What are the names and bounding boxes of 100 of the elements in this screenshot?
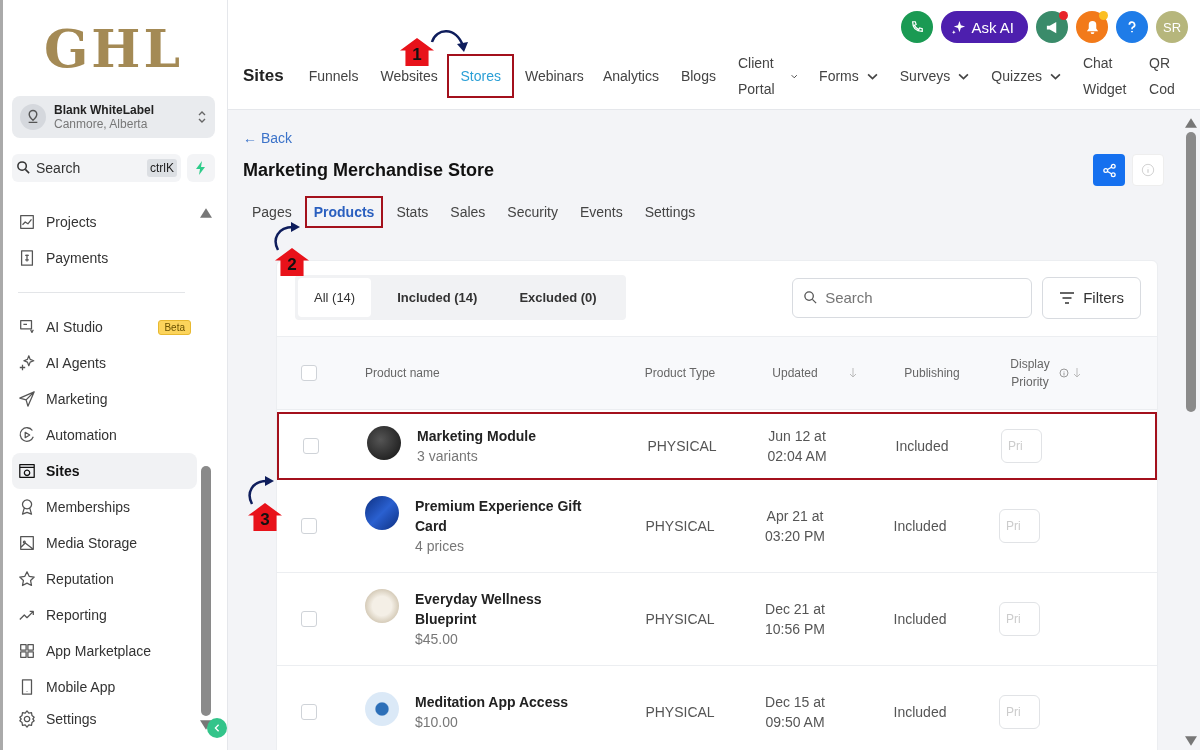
nav-tab[interactable]: Analytics xyxy=(591,54,670,98)
phone-button[interactable] xyxy=(901,11,934,43)
store-tab[interactable]: Products xyxy=(304,196,384,228)
sidebar-item[interactable]: Media Storage xyxy=(12,525,197,561)
filter-tab[interactable]: Excluded (0) xyxy=(503,278,613,317)
select-all-checkbox[interactable] xyxy=(301,365,317,381)
table-cell-text: PHYSICAL xyxy=(646,438,718,454)
row-checkbox[interactable] xyxy=(301,518,317,534)
search-field[interactable]: Search xyxy=(792,277,1033,318)
sidebar-item[interactable]: Reporting xyxy=(12,597,197,633)
table-cell-text: PHYSICAL xyxy=(644,704,716,720)
product-name[interactable]: Premium Experience Gift Card xyxy=(415,496,600,536)
sidebar-item[interactable]: Marketing xyxy=(12,381,197,417)
table-cell-text: Jun 12 at 02:04 AM xyxy=(766,427,828,466)
nav-tab[interactable]: Quizzes xyxy=(980,54,1072,98)
product-name[interactable]: Everyday Wellness Blueprint xyxy=(415,589,600,629)
scroll-down-icon[interactable] xyxy=(1185,736,1197,746)
chevron-down-icon xyxy=(1049,72,1061,80)
monitor-icon xyxy=(18,318,36,336)
column-header[interactable]: Product Type xyxy=(615,366,745,380)
table-cell-text: PHYSICAL xyxy=(644,611,716,627)
product-name[interactable]: Marketing Module xyxy=(417,426,602,446)
nav-tab[interactable]: QR Cod xyxy=(1138,54,1200,98)
scroll-up-icon[interactable] xyxy=(1185,118,1197,128)
nav-tab[interactable]: Webinars xyxy=(513,54,592,98)
beta-badge: Beta xyxy=(158,319,191,335)
scrollbar-thumb[interactable] xyxy=(201,466,211,716)
sparkle-icon xyxy=(951,19,967,35)
ask-ai-button[interactable]: Ask AI xyxy=(941,11,1028,43)
sidebar-item[interactable]: Automation xyxy=(12,417,197,453)
section-title: Sites xyxy=(243,66,284,86)
store-tab[interactable]: Settings xyxy=(635,196,705,228)
photo-placeholder xyxy=(367,426,401,460)
chevron-down-icon xyxy=(866,72,878,80)
nav-tab[interactable]: Forms xyxy=(808,54,889,98)
page-title: Marketing Merchandise Store xyxy=(243,159,496,181)
sidebar-item[interactable]: Projects xyxy=(12,204,197,240)
account-switcher[interactable]: Blank WhiteLabel Canmore, Alberta xyxy=(12,96,215,138)
sidebar-item[interactable]: AI Studio Beta xyxy=(12,309,197,345)
product-name[interactable]: Meditation App Access xyxy=(415,692,600,712)
sort-arrow-icon xyxy=(1073,368,1081,378)
photo-placeholder xyxy=(365,692,399,726)
column-header[interactable]: Updated xyxy=(745,366,845,380)
table-cell-text: Included xyxy=(892,611,948,627)
chevron-updown-icon xyxy=(197,109,207,125)
filter-tab[interactable]: All (14) xyxy=(298,278,372,317)
store-tab[interactable]: Events xyxy=(570,196,632,228)
store-tab[interactable]: Sales xyxy=(441,196,495,228)
notifications-button[interactable] xyxy=(1076,11,1108,43)
browser-icon xyxy=(18,462,36,480)
announcement-button[interactable] xyxy=(1036,11,1068,43)
row-checkbox[interactable] xyxy=(303,438,319,454)
scrollbar-thumb[interactable] xyxy=(1186,132,1196,412)
sidebar-item[interactable]: App Marketplace xyxy=(12,633,197,669)
grid-icon xyxy=(18,642,36,660)
store-tab[interactable]: Stats xyxy=(387,196,438,228)
column-header[interactable]: Product name xyxy=(365,366,615,380)
account-name: Blank WhiteLabel xyxy=(54,103,155,117)
column-header[interactable]: Publishing xyxy=(867,366,997,380)
quick-action-button[interactable] xyxy=(187,154,215,182)
column-header[interactable]: Display Priority xyxy=(997,355,1059,391)
photo-placeholder xyxy=(365,589,399,623)
row-checkbox[interactable] xyxy=(301,704,317,720)
nav-tab[interactable]: Client Portal xyxy=(726,54,809,98)
paper-plane-icon xyxy=(18,390,36,408)
share-button[interactable] xyxy=(1093,154,1125,186)
sidebar-item[interactable]: Sites xyxy=(12,453,197,489)
filter-tab[interactable]: Included (14) xyxy=(381,278,494,317)
help-button[interactable] xyxy=(1116,11,1148,43)
nav-tab[interactable]: Surveys xyxy=(888,54,981,98)
settings-icon xyxy=(18,710,36,728)
sidebar-item[interactable]: Mobile App xyxy=(12,669,197,705)
table-cell-text: Dec 15 at 09:50 AM xyxy=(764,693,826,732)
filters-button[interactable]: Filters xyxy=(1042,276,1141,319)
product-detail: $10.00 xyxy=(415,713,459,732)
table-cell-text: Included xyxy=(894,438,950,454)
product-detail: 3 variants xyxy=(417,447,479,466)
info-button[interactable] xyxy=(1132,154,1164,186)
sidebar-item[interactable]: Memberships xyxy=(12,489,197,525)
sidebar-item[interactable]: AI Agents xyxy=(12,345,197,381)
sidebar-item[interactable]: Settings xyxy=(12,705,197,733)
sidebar-item[interactable]: Payments xyxy=(12,240,197,276)
nav-tab[interactable]: Chat Widget xyxy=(1071,54,1139,98)
shortcut-key: ctrlK xyxy=(147,159,177,177)
chevron-left-icon xyxy=(213,724,221,732)
nav-tab[interactable]: Funnels xyxy=(297,54,370,98)
sidebar-item[interactable]: Reputation xyxy=(12,561,197,597)
location-icon xyxy=(20,104,46,130)
store-tab[interactable]: Pages xyxy=(243,196,301,228)
collapse-button[interactable] xyxy=(207,718,227,738)
chevron-down-icon xyxy=(790,72,798,80)
table-cell-text: Included xyxy=(892,704,948,720)
share-icon xyxy=(1101,162,1117,178)
nav-tab[interactable]: Blogs xyxy=(669,54,727,98)
chevron-down-icon xyxy=(958,72,970,80)
row-checkbox[interactable] xyxy=(301,611,317,627)
star-icon xyxy=(18,570,36,588)
scroll-up-icon[interactable] xyxy=(200,208,212,218)
store-tab[interactable]: Security xyxy=(498,196,567,228)
back-link[interactable]: ← Back xyxy=(243,130,1182,146)
